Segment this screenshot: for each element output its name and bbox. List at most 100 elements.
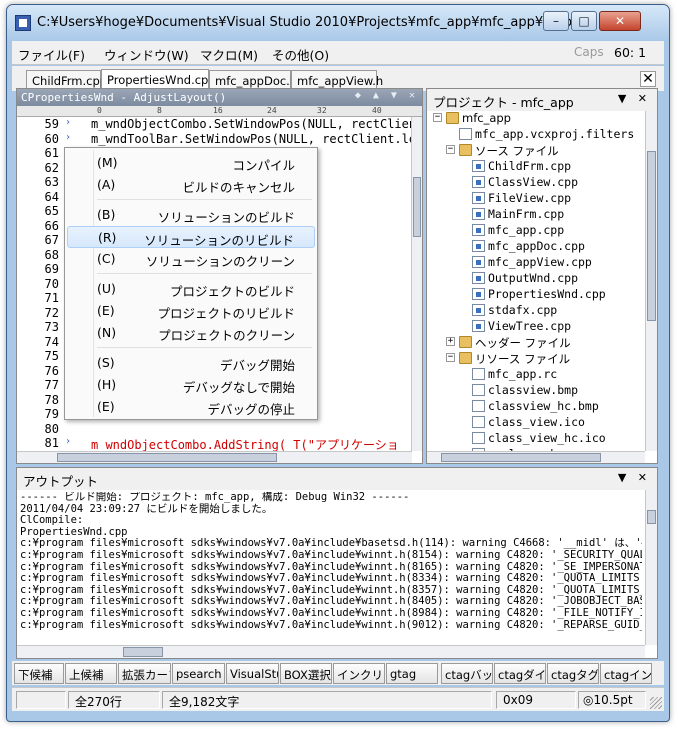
fn-button-ctag-jump[interactable]: ctagタグジ — [547, 663, 599, 684]
menu-item-label: デバッグの停止 — [207, 402, 295, 417]
line-number: 76 — [44, 363, 59, 378]
output-hscroll-thumb[interactable] — [123, 647, 163, 657]
collapse-icon[interactable]: − — [446, 353, 455, 362]
context-menu-item[interactable]: (E) デバッグの停止 — [67, 396, 315, 418]
project-hscroll-thumb[interactable] — [441, 453, 601, 462]
menu-item-label: プロジェクトのクリーン — [158, 328, 295, 343]
tree-item-label: class_view_hc.ico — [488, 431, 606, 445]
menu-file[interactable]: ファイル(F) — [18, 45, 85, 64]
editor-vscroll-thumb[interactable] — [413, 177, 421, 237]
tab-close-icon[interactable]: ✕ — [640, 71, 656, 87]
editor-header-controls[interactable]: ◆ ▲ ▼ ✕ — [355, 90, 418, 101]
menu-separator — [97, 273, 312, 274]
maximize-button[interactable]: □ — [571, 11, 597, 31]
project-vscroll-thumb[interactable] — [647, 151, 656, 321]
fn-button-gtag[interactable]: gtag — [386, 663, 438, 684]
menu-item-label: プロジェクトのビルド — [169, 284, 295, 299]
code-line[interactable]: 81 › m_wndObjectCombo.AddString(_T("アプリケー… — [17, 436, 412, 451]
output-header-controls[interactable]: ▼ ✕ — [618, 471, 651, 484]
tree-item-label: MainFrm.cpp — [488, 207, 565, 221]
folder-icon — [459, 336, 472, 348]
menu-macro[interactable]: マクロ(M) — [200, 45, 258, 64]
function-key-bar: 下候補 上候補 拡張カーソル psearch VisualStu BOX選択 イ… — [12, 661, 664, 685]
menu-accelerator: (A) — [97, 177, 116, 192]
file-icon — [472, 368, 485, 380]
fn-button-extended-cursor[interactable]: 拡張カーソル — [118, 663, 171, 684]
menu-separator — [97, 347, 312, 348]
output-vertical-scrollbar[interactable] — [645, 490, 657, 645]
file-icon — [472, 384, 485, 396]
project-vertical-scrollbar[interactable] — [645, 111, 657, 451]
context-menu-item[interactable]: (U) プロジェクトのビルド — [67, 278, 315, 300]
fn-button-box-select[interactable]: BOX選択 — [280, 663, 332, 684]
tree-item-label: リソース ファイル — [475, 352, 571, 366]
minimize-button[interactable]: – — [543, 11, 569, 31]
fn-button-next-candidate[interactable]: 下候補 — [14, 663, 64, 684]
file-icon — [472, 192, 485, 204]
fn-button-ctag-back[interactable]: ctagバック — [441, 663, 493, 684]
fn-button-prev-candidate[interactable]: 上候補 — [65, 663, 117, 684]
context-menu-item[interactable]: (M) コンパイル — [67, 152, 315, 174]
close-button[interactable]: ✕ — [599, 11, 641, 31]
editor-horizontal-scrollbar[interactable] — [17, 451, 412, 463]
resize-grip[interactable] — [650, 697, 662, 709]
menu-window[interactable]: ウィンドウ(W) — [104, 45, 189, 64]
file-icon — [459, 128, 472, 140]
fn-button-incremental[interactable]: インクリメンタル — [333, 663, 385, 684]
line-number: 72 — [44, 305, 59, 320]
context-menu-item[interactable]: (B) ソリューションのビルド — [67, 204, 315, 226]
tree-item-label: ソース ファイル — [475, 144, 559, 158]
app-icon — [15, 15, 31, 31]
tree-item-label: ヘッダー ファイル — [475, 336, 571, 350]
output-text[interactable]: ------ ビルド開始: プロジェクト: mfc_app, 構成: Debug… — [20, 492, 642, 642]
line-number: 60 — [44, 131, 59, 146]
output-horizontal-scrollbar[interactable] — [17, 645, 645, 658]
menu-accelerator: (E) — [97, 399, 115, 414]
collapse-icon[interactable]: − — [446, 145, 455, 154]
output-line: c:¥program files¥microsoft sdks¥windows¥… — [20, 548, 642, 561]
expand-icon[interactable]: + — [446, 337, 455, 346]
project-horizontal-scrollbar[interactable] — [427, 451, 645, 463]
code-line[interactable]: 59 › m_wndObjectCombo.SetWindowPos(NULL, … — [17, 117, 412, 131]
file-icon — [472, 272, 485, 284]
status-char-count: 全9,182文字 — [162, 691, 492, 709]
context-menu-item[interactable]: (R) ソリューションのリビルド — [67, 226, 315, 248]
context-menu-item[interactable]: (N) プロジェクトのクリーン — [67, 322, 315, 344]
editor-vertical-scrollbar[interactable] — [411, 117, 422, 451]
menu-separator — [97, 199, 312, 200]
context-menu-item[interactable]: (A) ビルドのキャンセル — [67, 174, 315, 196]
line-number: 59 — [44, 117, 59, 131]
file-icon — [472, 416, 485, 428]
tree-item-label: FileView.cpp — [488, 191, 572, 205]
fn-button-psearch[interactable]: psearch — [172, 663, 225, 684]
file-icon — [472, 176, 485, 188]
menu-accelerator: (N) — [97, 325, 117, 340]
menu-item-label: ソリューションのリビルド — [144, 233, 294, 248]
file-icon — [472, 320, 485, 332]
collapse-icon[interactable]: − — [433, 113, 442, 122]
fn-button-ctag-import[interactable]: ctagインプ — [600, 663, 652, 684]
line-number: 75 — [44, 349, 59, 363]
context-menu-item[interactable]: (E) プロジェクトのリビルド — [67, 300, 315, 322]
output-vscroll-thumb[interactable] — [647, 510, 656, 524]
output-line: c:¥program files¥microsoft sdks¥windows¥… — [20, 572, 642, 585]
project-tree[interactable]: − mfc_app mfc_app.vcxproj.filters − ソース ファイル… — [427, 111, 645, 451]
tree-item-label: classview_hc.bmp — [488, 399, 599, 413]
context-menu-item[interactable]: (H) デバッグなしで開始 — [67, 374, 315, 396]
fn-button-ctag-direct[interactable]: ctagダイレ — [494, 663, 546, 684]
menu-item-label: コンパイル — [232, 158, 295, 173]
ruler-mark: 0 — [97, 106, 102, 115]
editor-hscroll-thumb[interactable] — [57, 453, 277, 462]
fn-button-visualstudio[interactable]: VisualStu — [226, 663, 279, 684]
code-line[interactable]: 80 — [17, 422, 412, 436]
context-menu-item[interactable]: (C) ソリューションのクリーン — [67, 248, 315, 270]
title-bar[interactable]: C:¥Users¥hoge¥Documents¥Visual Studio 20… — [7, 5, 669, 41]
file-icon — [472, 160, 485, 172]
project-header-controls[interactable]: ▼ ✕ — [618, 92, 651, 105]
menu-other[interactable]: その他(O) — [272, 45, 329, 64]
context-menu-item[interactable]: (S) デバッグ開始 — [67, 352, 315, 374]
gutter-marker: › — [65, 117, 72, 128]
code-line[interactable]: 60 › m_wndToolBar.SetWindowPos(NULL, rect… — [17, 132, 412, 146]
menu-accelerator: (M) — [97, 155, 118, 170]
ruler-mark: 24 — [267, 106, 277, 115]
